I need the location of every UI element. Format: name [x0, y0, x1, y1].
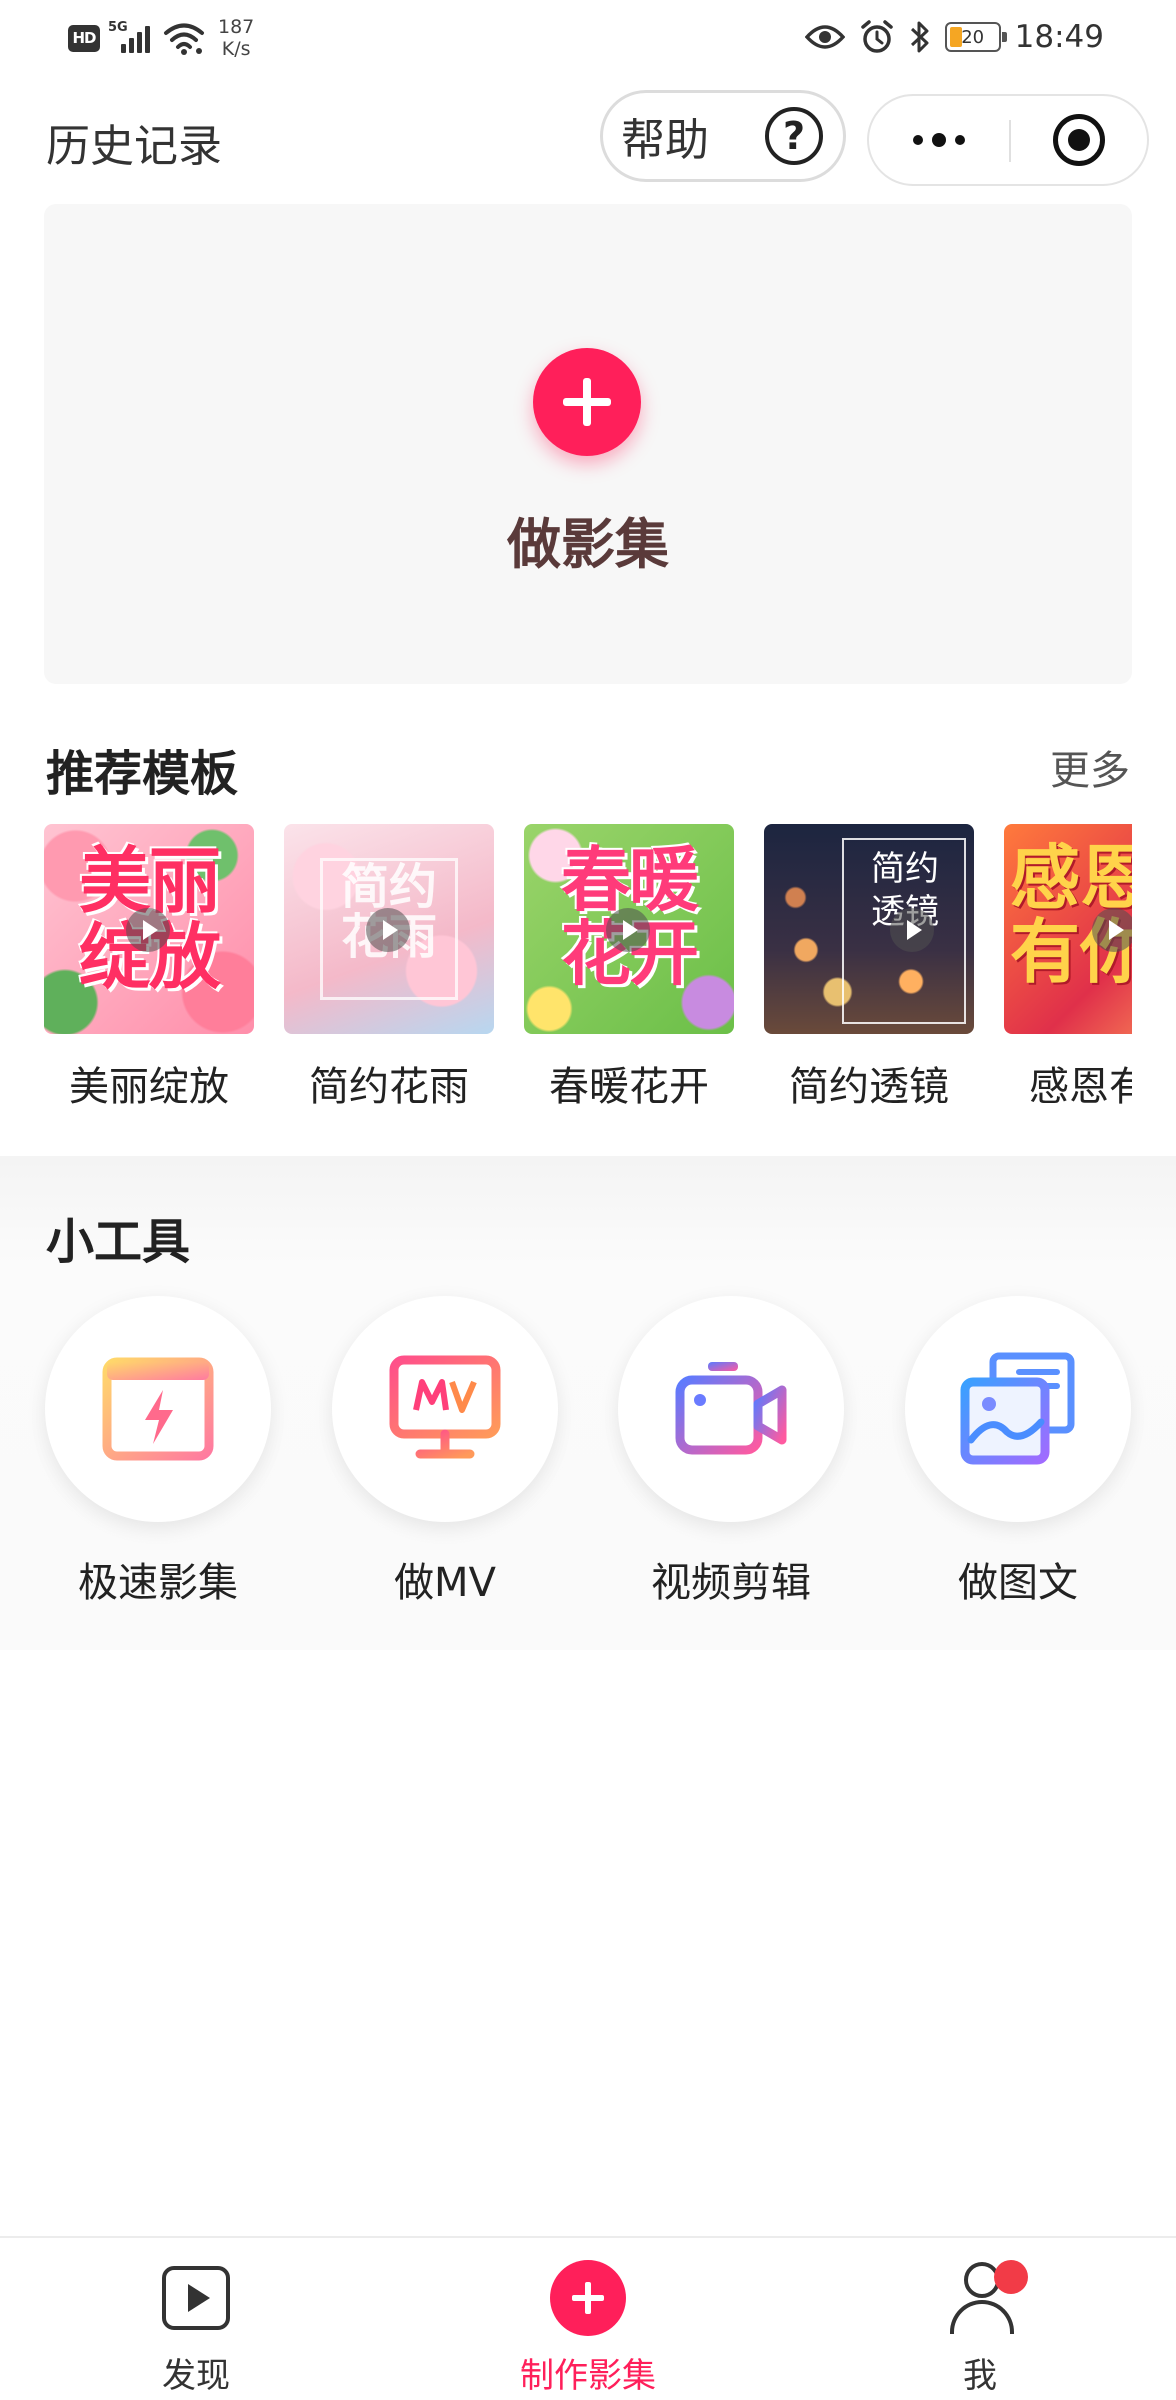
question-icon: ?	[765, 107, 823, 165]
template-thumbnail[interactable]: 感恩 有你	[1004, 824, 1132, 1034]
template-card[interactable]: 美丽 绽放 美丽绽放	[44, 824, 254, 1112]
network-speed-value: 187	[218, 16, 255, 38]
battery-fill	[949, 27, 962, 47]
cellular-signal-icon: 5G	[108, 20, 154, 56]
tools-section: 小工具 极速影集 做MV 视频剪辑 做图文	[0, 1156, 1176, 1650]
template-name: 感恩有你	[1029, 1064, 1132, 1110]
network-speed: 187 K/s	[218, 16, 254, 60]
wifi-icon	[164, 23, 204, 55]
app-screen: HD 5G 187 K/s 20 18:49 历史记录 帮助 ? 做影集 推荐模…	[0, 0, 1176, 2400]
template-name: 简约花雨	[309, 1064, 469, 1110]
tool-label: 做图文	[958, 1560, 1078, 1606]
mini-program-capsule	[867, 94, 1149, 186]
tools-title: 小工具	[46, 1214, 191, 1270]
status-bar: HD 5G 187 K/s 20 18:49	[0, 0, 1176, 76]
template-name: 简约透镜	[789, 1064, 949, 1110]
status-right: 20 18:49	[804, 14, 1104, 60]
template-thumbnail[interactable]: 简约花雨	[284, 824, 494, 1034]
tool-label: 极速影集	[78, 1560, 238, 1606]
image-layers-icon	[960, 1352, 1075, 1465]
user-icon-body	[950, 2300, 1014, 2334]
tool-button[interactable]	[618, 1296, 844, 1522]
template-card[interactable]: 简约透镜 简约透镜	[764, 824, 974, 1112]
plus-circle-icon	[550, 2260, 626, 2336]
capsule-divider	[1009, 120, 1011, 162]
more-templates-link[interactable]: 更多	[1050, 738, 1130, 796]
bluetooth-icon	[910, 21, 929, 53]
template-name: 春暖花开	[549, 1064, 709, 1110]
play-box-icon	[162, 2266, 230, 2330]
tab-label: 发现	[162, 2356, 230, 2396]
signal-bars	[121, 26, 150, 53]
battery-icon: 20	[944, 22, 1007, 52]
help-label: 帮助	[621, 115, 709, 166]
bottom-tab-bar: 发现 制作影集 我	[0, 2236, 1176, 2400]
help-button[interactable]: 帮助 ?	[600, 90, 846, 182]
tab-label: 制作影集	[520, 2356, 656, 2396]
more-dot-icon	[932, 133, 946, 147]
create-album-card[interactable]: 做影集	[44, 204, 1132, 684]
create-album-label: 做影集	[507, 513, 669, 576]
tab-me[interactable]: 我	[860, 2238, 1100, 2400]
tool-label: 视频剪辑	[651, 1560, 811, 1606]
status-left: HD 5G 187 K/s	[68, 16, 254, 60]
tool-image-text[interactable]: 做图文	[905, 1296, 1131, 1608]
eye-icon	[804, 25, 845, 49]
play-icon	[890, 908, 934, 952]
play-icon	[366, 908, 410, 952]
battery-level: 20	[961, 26, 985, 48]
mv-monitor-icon	[389, 1355, 501, 1459]
template-card[interactable]: 感恩有你 感恩有你	[1004, 824, 1132, 1112]
more-dot-icon	[913, 135, 923, 145]
tool-fast-album[interactable]: 极速影集	[45, 1296, 271, 1608]
play-icon	[1092, 908, 1132, 952]
lightning-frame-icon	[102, 1357, 214, 1461]
play-icon	[126, 908, 170, 952]
tool-button[interactable]	[905, 1296, 1131, 1522]
tool-make-mv[interactable]: 做MV	[332, 1296, 558, 1608]
add-icon[interactable]	[533, 348, 641, 456]
close-target-icon[interactable]	[1053, 114, 1105, 166]
more-dot-icon	[955, 135, 965, 145]
history-link[interactable]: 历史记录	[46, 110, 222, 174]
tool-button[interactable]	[45, 1296, 271, 1522]
template-name: 美丽绽放	[69, 1064, 229, 1110]
tab-label: 我	[963, 2356, 997, 2396]
template-card[interactable]: 简约花雨 简约花雨	[284, 824, 494, 1112]
tool-video-edit[interactable]: 视频剪辑	[618, 1296, 844, 1608]
template-card[interactable]: 春暖 花开 春暖花开	[524, 824, 734, 1112]
notification-badge	[994, 2260, 1028, 2294]
alarm-clock-icon	[860, 20, 893, 53]
more-options-button[interactable]	[869, 96, 1009, 184]
template-thumbnail[interactable]: 春暖 花开	[524, 824, 734, 1034]
network-speed-unit: K/s	[221, 38, 251, 60]
template-carousel[interactable]: 美丽绽放 美丽绽放 简约花雨 简约花雨 春暖花开 春暖花开 简约透镜	[0, 824, 1132, 1114]
status-time: 18:49	[1014, 19, 1104, 55]
video-camera-icon	[675, 1362, 787, 1455]
battery-tip	[1001, 32, 1007, 42]
recommended-templates-title: 推荐模板	[46, 746, 239, 802]
template-thumbnail[interactable]: 简约透镜	[764, 824, 974, 1034]
page-header: 历史记录 帮助 ?	[0, 84, 1176, 196]
play-icon	[606, 908, 650, 952]
template-thumbnail[interactable]: 美丽 绽放	[44, 824, 254, 1034]
tab-create-album[interactable]: 制作影集	[468, 2238, 708, 2400]
tab-discover[interactable]: 发现	[76, 2238, 316, 2400]
tool-label: 做MV	[394, 1560, 496, 1606]
tool-button[interactable]	[332, 1296, 558, 1522]
hd-badge: HD	[68, 24, 100, 52]
